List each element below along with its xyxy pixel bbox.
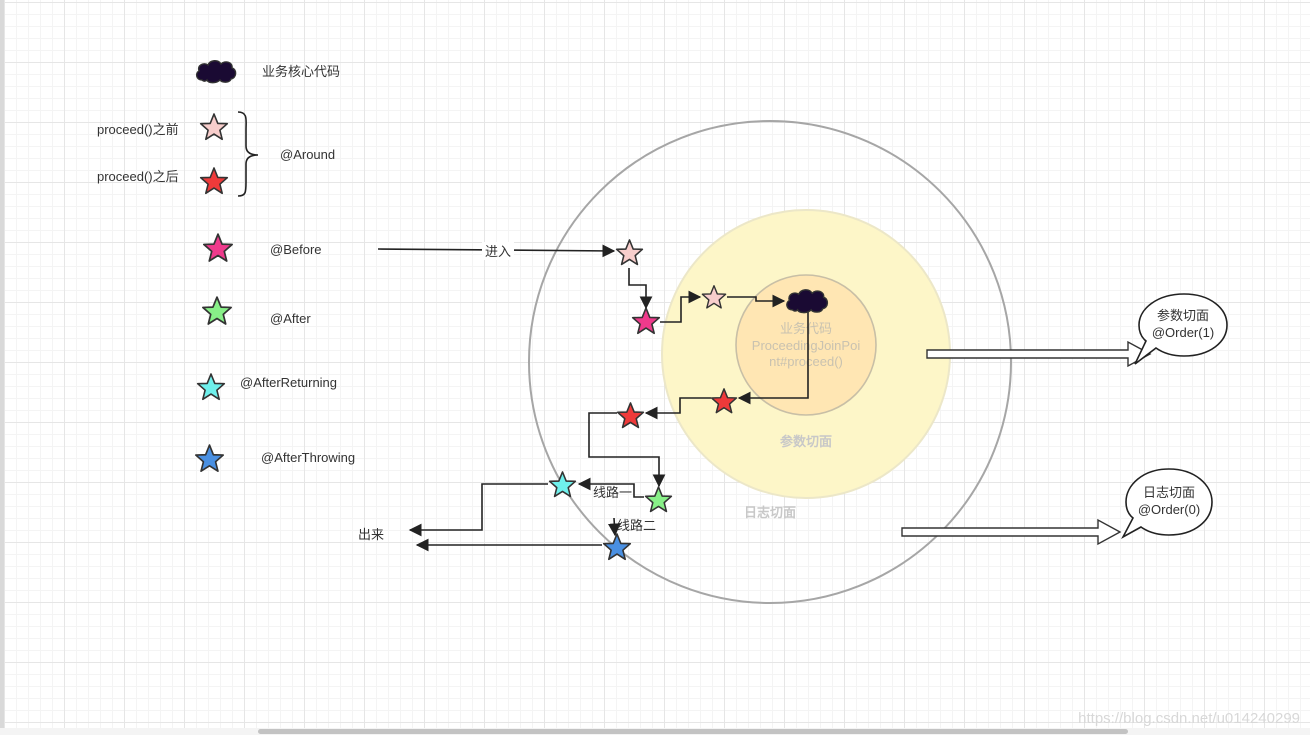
edge-exit-returning: [408, 483, 548, 537]
flow-star-outer-after-proceed[interactable]: [616, 402, 645, 429]
param-aspect-label: 参数切面: [780, 434, 832, 449]
legend-after-returning-label: @AfterReturning: [240, 375, 337, 390]
enter-label: 进入: [485, 244, 511, 259]
legend-around-label: @Around: [280, 147, 335, 162]
legend-cloud-icon: [195, 60, 237, 84]
log-callout-order: @Order(0): [1138, 502, 1200, 517]
legend-before-proceed-label: proceed()之前: [97, 122, 179, 137]
param-aspect-hollow-arrow: [926, 340, 1152, 368]
diagram-canvas[interactable]: 业务代码 ProceedingJoinPoi nt#proceed() 参数切面…: [0, 0, 1310, 735]
core-text-line1: 业务代码: [780, 321, 832, 336]
log-aspect-hollow-arrow: [901, 518, 1122, 546]
param-callout-title: 参数切面: [1157, 308, 1209, 323]
log-callout-title: 日志切面: [1143, 485, 1195, 500]
legend-after-throwing-label: @AfterThrowing: [261, 450, 355, 465]
legend-star-before-icon: [203, 233, 233, 262]
legend-after-proceed-label: proceed()之后: [97, 169, 179, 184]
param-callout-order: @Order(1): [1152, 325, 1214, 340]
log-aspect-label: 日志切面: [744, 505, 796, 520]
edge-route-two: [607, 517, 621, 537]
around-brace: [237, 111, 259, 197]
edge-around-to-before: [628, 268, 653, 310]
flow-star-outer-before-proceed[interactable]: [615, 239, 644, 266]
horizontal-scrollbar[interactable]: [0, 728, 1310, 735]
flow-star-after-returning[interactable]: [548, 471, 577, 498]
core-text-line2: ProceedingJoinPoi: [752, 338, 861, 353]
legend-after-label: @After: [270, 311, 311, 326]
core-text-line3: nt#proceed(): [769, 354, 843, 369]
legend-star-before-proceed-icon: [199, 113, 229, 141]
legend-star-after-proceed-icon: [199, 167, 229, 195]
flow-star-after[interactable]: [644, 486, 673, 513]
legend-star-after-throwing-icon: [194, 444, 225, 472]
legend-star-after-returning-icon: [196, 373, 226, 401]
route-one-label: 线路一: [593, 485, 632, 500]
route-two-label: 线路二: [617, 518, 656, 533]
legend-core-code-label: 业务核心代码: [262, 64, 340, 79]
exit-label: 出来: [358, 527, 384, 542]
flow-star-before[interactable]: [631, 307, 661, 335]
watermark: https://blog.csdn.net/u014240299: [1078, 710, 1300, 727]
flow-core-cloud[interactable]: [786, 289, 829, 314]
scrollbar-thumb[interactable]: [258, 729, 1128, 734]
legend-star-after-icon: [202, 296, 232, 325]
legend-before-label: @Before: [270, 242, 322, 257]
